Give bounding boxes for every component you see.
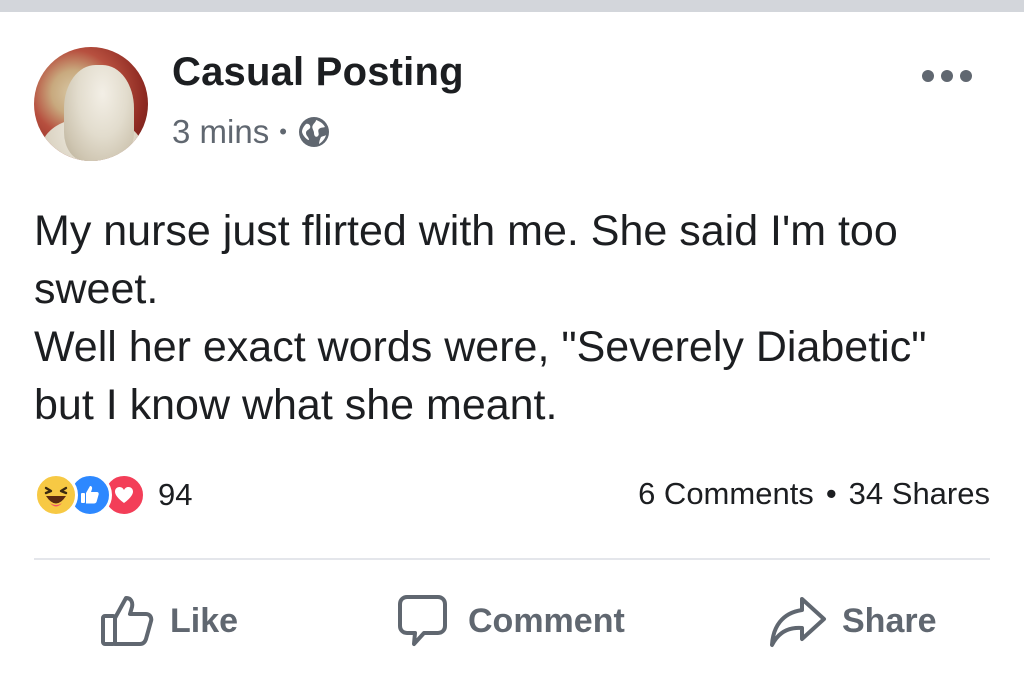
shares-count[interactable]: 34 Shares [849,476,990,512]
avatar[interactable] [34,47,148,161]
comments-count[interactable]: 6 Comments [638,476,814,512]
globe-icon[interactable] [297,115,331,149]
more-dot [922,70,934,82]
post-text-line: Well her exact words were, "Severely Dia… [34,323,927,429]
share-label: Share [842,601,937,640]
comment-icon [398,595,447,646]
post-header: Casual Posting 3 mins • [0,12,1024,182]
top-strip [0,0,1024,12]
more-dot [960,70,972,82]
author-name[interactable]: Casual Posting [172,50,464,95]
post-time[interactable]: 3 mins [172,113,269,151]
meta-separator: • [279,119,287,144]
post-stats: 94 6 Comments • 34 Shares [34,470,990,520]
post-meta: 3 mins • [172,113,331,151]
share-button[interactable]: Share [768,586,937,656]
more-dot [941,70,953,82]
like-button[interactable]: Like [98,586,238,656]
comment-label: Comment [468,601,625,640]
like-label: Like [170,601,239,640]
reaction-count: 94 [158,477,193,512]
post-text: My nurse just flirted with me. She said … [34,202,994,434]
action-bar: Like Comment Share [0,586,1024,656]
more-options-icon[interactable] [922,64,972,88]
haha-reaction-icon [34,473,78,517]
reactions-summary[interactable]: 94 [34,472,192,518]
thumbs-up-icon [101,596,154,646]
engagement-separator: • [825,476,837,511]
share-arrow-icon [770,597,826,647]
post-text-line: My nurse just flirted with me. She said … [34,207,898,313]
comment-button[interactable]: Comment [392,586,625,656]
divider [34,558,990,560]
avatar-bust [64,65,134,161]
engagement-counts: 6 Comments • 34 Shares [638,476,990,512]
